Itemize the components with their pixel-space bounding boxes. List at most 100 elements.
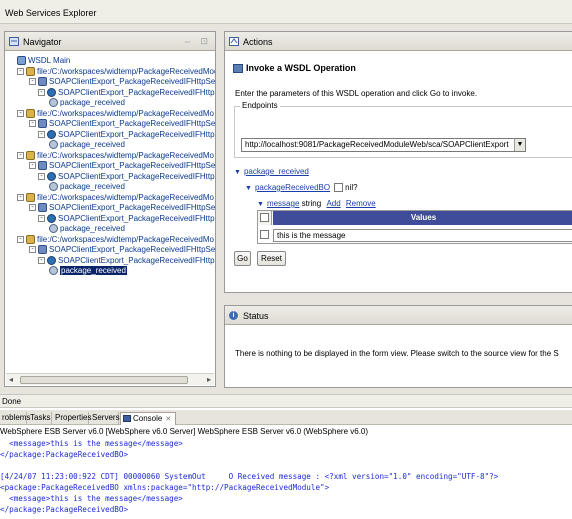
tree-item-port[interactable]: - SOAPClientExport_PackageReceivedIFHttpB… [38,87,215,98]
tree-collapse-toggle[interactable]: - [38,130,45,138]
op-icon [49,140,58,150]
tree-item-port[interactable]: - SOAPClientExport_PackageReceivedIFHttpB… [38,213,215,224]
message-link[interactable]: message [267,199,299,208]
folder-icon [26,192,35,202]
tree-item-label: SOAPClientExport_PackageReceivedIFHttpBi [58,213,215,223]
tree-item-label: SOAPClientExport_PackageReceivedIFHttpSe… [49,161,215,170]
folder-icon [26,66,35,76]
endpoint-select[interactable]: http://localhost:9081/PackageReceivedMod… [241,138,526,152]
status-title: Status [243,311,269,321]
tree-item-svc[interactable]: - SOAPClientExport_PackageReceivedIFHttpS… [29,118,215,129]
go-button[interactable]: Go [234,251,251,266]
tab-console-label: Console [133,414,163,423]
view-tabs: roblems Tasks Properties Servers Console… [0,410,572,425]
tab-properties[interactable]: Properties [53,412,91,425]
svc-icon [38,203,47,213]
tree-item-svc[interactable]: - SOAPClientExport_PackageReceivedIFHttpS… [29,76,215,87]
port-icon [47,255,56,265]
tab-problems[interactable]: roblems [0,412,30,425]
close-icon[interactable]: ✕ [165,416,171,423]
collapse-triangle-icon[interactable]: ▼ [234,169,241,176]
nil-checkbox[interactable] [334,183,344,193]
business-object-link[interactable]: packageReceivedBO [255,183,330,192]
tree-collapse-toggle[interactable]: - [29,162,36,170]
console-output[interactable]: <message>this is the message</message> </… [0,437,572,519]
svc-icon [38,77,47,87]
invoke-heading-text: Invoke a WSDL Operation [246,63,356,73]
tab-servers[interactable]: Servers [90,412,120,425]
tree-item-op[interactable]: package_received [49,97,125,108]
console-line: <package:PackageReceivedBO xmlns:package… [0,483,330,492]
op-icon [49,98,58,108]
tree-collapse-toggle[interactable]: - [17,235,24,243]
invoke-icon [233,64,243,74]
window-title-bar: Web Services Explorer [0,0,572,24]
tree-collapse-toggle[interactable]: - [38,88,45,96]
navigator-horizontal-scrollbar[interactable]: ◂ ▸ [6,373,214,385]
table-row: this is the message [258,228,572,243]
tree-item-svc[interactable]: - SOAPClientExport_PackageReceivedIFHttpS… [29,244,215,255]
chevron-down-icon[interactable]: ▼ [514,139,525,151]
row-checkbox[interactable] [260,230,269,240]
tree-item-svc[interactable]: - SOAPClientExport_PackageReceivedIFHttpS… [29,160,215,171]
console-line: <message>this is the message</message> [0,439,183,448]
tree-collapse-toggle[interactable]: - [38,214,45,222]
navigator-toolbar-icons[interactable]: ⇔ ⊡ [183,36,211,47]
tree-collapse-toggle[interactable]: - [17,109,24,117]
tree-collapse-toggle[interactable]: - [38,172,45,180]
tree-item-label: file:/C:/workspaces/widtemp/PackageRecei… [37,108,214,118]
tree-collapse-toggle[interactable]: - [29,78,36,86]
nil-label: nil? [345,183,358,192]
tree-collapse-toggle[interactable]: - [29,246,36,254]
tree-item-folder[interactable]: - file:/C:/workspaces/widtemp/PackageRece… [17,66,215,77]
tree-item-op[interactable]: package_received [49,181,125,192]
folder-icon [26,108,35,118]
remove-link[interactable]: Remove [346,199,376,208]
scroll-left-arrow-icon[interactable]: ◂ [9,375,13,384]
browser-status-bar: Done [0,394,572,408]
scrollbar-thumb[interactable] [20,376,188,384]
tree-item-svc[interactable]: - SOAPClientExport_PackageReceivedIFHttpS… [29,202,215,213]
tab-tasks[interactable]: Tasks [28,412,52,425]
port-icon [47,213,56,223]
tree-item-op[interactable]: package_received [49,139,125,150]
tree-item-port[interactable]: - SOAPClientExport_PackageReceivedIFHttpB… [38,255,215,266]
port-icon [47,129,56,139]
tree-item-wsdl[interactable]: WSDL Main [17,55,70,66]
value-input[interactable]: this is the message [273,229,572,242]
tree-collapse-toggle[interactable]: - [17,151,24,159]
tree-item-label: file:/C:/workspaces/widtemp/PackageRecei… [37,66,215,76]
reset-button[interactable]: Reset [257,251,286,266]
collapse-triangle-icon[interactable]: ▼ [257,201,264,208]
scroll-right-arrow-icon[interactable]: ▸ [207,375,211,384]
navigator-title: Navigator [23,37,62,47]
console-line: </package:PackageReceivedBO> [0,450,129,459]
tree-item-port[interactable]: - SOAPClientExport_PackageReceivedIFHttpB… [38,129,215,140]
tree-collapse-toggle[interactable]: - [17,67,24,75]
window-title: Web Services Explorer [5,8,97,18]
tree-item-folder[interactable]: - file:/C:/workspaces/widtemp/PackageRece… [17,108,214,119]
collapse-triangle-icon[interactable]: ▼ [245,185,252,192]
operation-link[interactable]: package_received [244,167,309,176]
add-link[interactable]: Add [326,199,340,208]
actions-body: Invoke a WSDL Operation Enter the parame… [225,52,572,292]
select-all-checkbox[interactable] [260,213,269,223]
tree-item-folder[interactable]: - file:/C:/workspaces/widtemp/PackageRece… [17,192,214,203]
tree-collapse-toggle[interactable]: - [29,204,36,212]
tree-item-folder[interactable]: - file:/C:/workspaces/widtemp/PackageRece… [17,150,214,161]
tree-collapse-toggle[interactable]: - [29,120,36,128]
tree-item-op[interactable]: package_received [49,265,127,276]
status-header: i Status [225,306,572,325]
op-icon [49,266,58,276]
folder-icon [26,234,35,244]
tree-item-folder[interactable]: - file:/C:/workspaces/widtemp/PackageRece… [17,234,214,245]
tree-collapse-toggle[interactable]: - [17,193,24,201]
navigator-header: Navigator ⇔ ⊡ [5,32,215,51]
tree-collapse-toggle[interactable]: - [38,256,45,264]
tab-console[interactable]: Console ✕ [120,412,176,425]
folder-icon [26,150,35,160]
tree-item-port[interactable]: - SOAPClientExport_PackageReceivedIFHttpB… [38,171,215,182]
tree-item-label: SOAPClientExport_PackageReceivedIFHttpSe… [49,77,215,86]
tree-item-op[interactable]: package_received [49,223,125,234]
svc-icon [38,245,47,255]
